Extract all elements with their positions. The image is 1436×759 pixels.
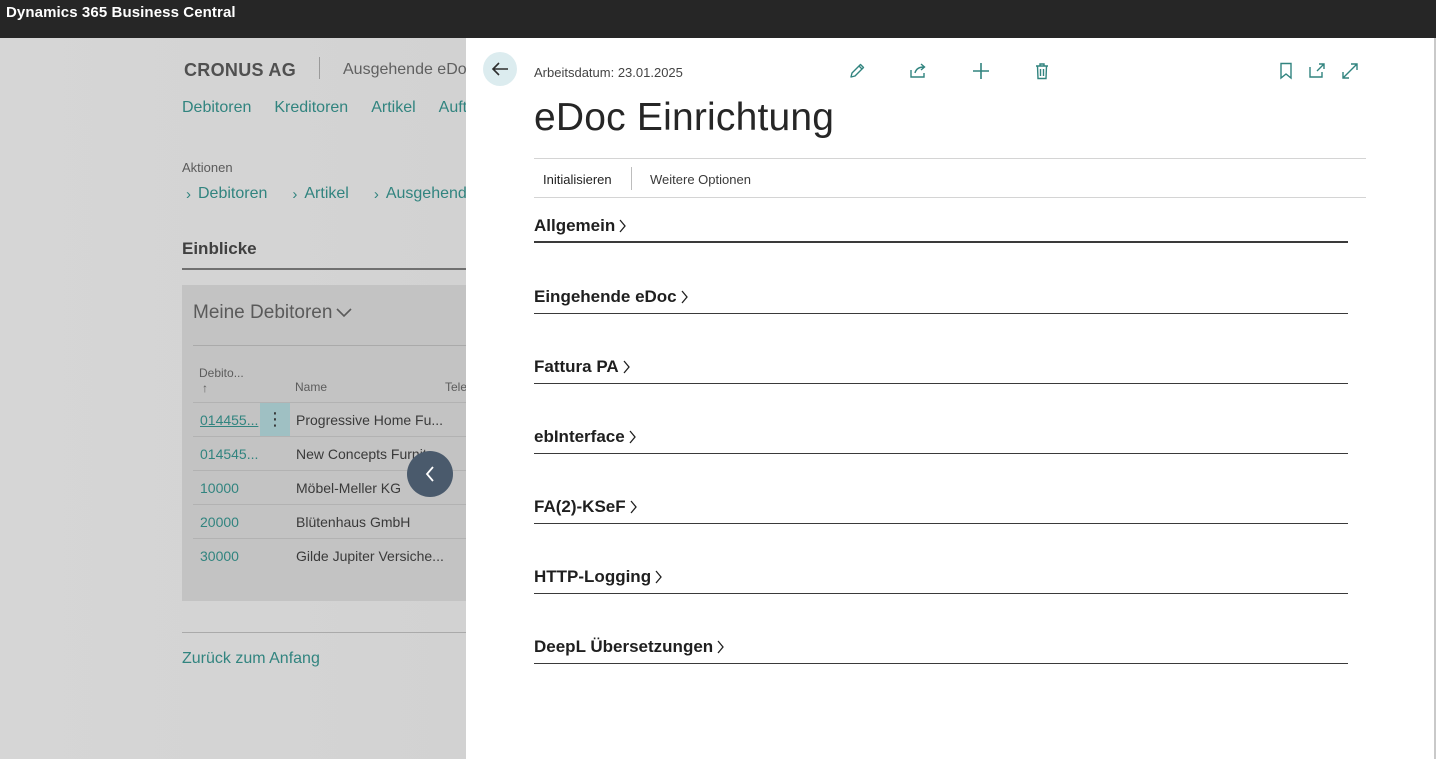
card-title[interactable]: Meine Debitoren: [193, 302, 352, 324]
actions-list: ›Debitoren ›Artikel ›Ausgehende: [186, 185, 466, 203]
table-row[interactable]: 20000 Blütenhaus GmbH: [193, 504, 466, 538]
chevron-left-icon: [425, 466, 434, 482]
customer-name: Progressive Home Fu...: [296, 412, 444, 428]
customer-number[interactable]: 20000: [200, 514, 239, 530]
company-separator: [319, 57, 320, 79]
customer-number[interactable]: 30000: [200, 548, 239, 564]
chevron-down-icon: [336, 305, 352, 321]
action-bar: Initialisieren Weitere Optionen: [534, 158, 1366, 198]
edit-icon[interactable]: [846, 60, 868, 82]
column-header-phone[interactable]: Tele: [445, 380, 467, 394]
chevron-right-icon: ›: [292, 185, 298, 203]
card-divider: [193, 345, 466, 346]
row-menu-icon[interactable]: ⋮: [260, 403, 290, 437]
add-icon[interactable]: [970, 60, 992, 82]
nav-debitoren[interactable]: Debitoren: [182, 99, 251, 117]
fasttab-allgemein[interactable]: Allgemein: [534, 213, 1348, 243]
collapse-panel-button[interactable]: [407, 451, 453, 497]
customer-name: Blütenhaus GmbH: [296, 514, 411, 530]
customer-number[interactable]: 10000: [200, 480, 239, 496]
open-new-window-icon[interactable]: [1306, 60, 1328, 82]
arrow-left-icon: [491, 62, 508, 76]
initialize-action[interactable]: Initialisieren: [543, 172, 612, 187]
column-header-name[interactable]: Name: [295, 380, 327, 394]
fasttab-fattura-pa[interactable]: Fattura PA: [534, 354, 1348, 384]
nav-auftraege[interactable]: Aufträge: [439, 99, 466, 117]
delete-icon[interactable]: [1031, 60, 1053, 82]
fasttab-http-logging[interactable]: HTTP-Logging: [534, 564, 1348, 594]
more-options-action[interactable]: Weitere Optionen: [650, 172, 751, 187]
table-row[interactable]: 30000 Gilde Jupiter Versiche...: [193, 538, 466, 572]
page-title: eDoc Einrichtung: [534, 96, 835, 139]
back-to-top-link[interactable]: Zurück zum Anfang: [182, 650, 320, 668]
chevron-right-icon: [654, 570, 663, 584]
sort-ascending-icon: ↑: [202, 381, 208, 395]
back-button[interactable]: [483, 52, 517, 86]
app-title[interactable]: Dynamics 365 Business Central: [6, 4, 236, 21]
chevron-right-icon: [680, 290, 689, 304]
work-date[interactable]: Arbeitsdatum: 23.01.2025: [534, 65, 683, 80]
company-name[interactable]: CRONUS AG: [184, 60, 296, 81]
action-debitoren[interactable]: › Debitoren: [186, 185, 267, 203]
insights-divider: [182, 268, 466, 270]
chevron-right-icon: ›: [186, 185, 191, 203]
customer-number[interactable]: 014455...: [200, 412, 258, 428]
fasttab-ebinterface[interactable]: ebInterface: [534, 424, 1348, 454]
role-nav: Debitoren Kreditoren Artikel Aufträge: [182, 99, 466, 117]
fasttab-deepl-uebersetzungen[interactable]: DeepL Übersetzungen: [534, 634, 1348, 664]
company-subtitle[interactable]: Ausgehende eDoc: [343, 61, 466, 79]
chevron-right-icon: [618, 219, 627, 233]
action-artikel[interactable]: › Artikel: [292, 185, 348, 203]
actions-label: Aktionen: [182, 160, 233, 175]
customer-name: Möbel-Meller KG: [296, 480, 402, 496]
chevron-right-icon: ›: [373, 185, 379, 203]
section-divider: [182, 632, 466, 633]
chevron-right-icon: [628, 430, 637, 444]
edoc-setup-panel: Arbeitsdatum: 23.01.2025 eDoc Einrichtun…: [466, 38, 1434, 759]
app-bar: Dynamics 365 Business Central: [0, 0, 1436, 38]
chevron-right-icon: [716, 640, 725, 654]
action-ausgehende[interactable]: ›Ausgehende: [374, 185, 466, 203]
expand-icon[interactable]: [1339, 60, 1361, 82]
column-header-number[interactable]: Debito...: [199, 366, 244, 380]
nav-kreditoren[interactable]: Kreditoren: [274, 99, 348, 117]
customer-name: Gilde Jupiter Versiche...: [296, 548, 444, 564]
customer-number[interactable]: 014545...: [200, 446, 258, 462]
nav-artikel[interactable]: Artikel: [371, 99, 415, 117]
table-row[interactable]: 014455... ⋮ Progressive Home Fu...: [193, 402, 466, 437]
share-icon[interactable]: [907, 60, 929, 82]
chevron-right-icon: [629, 500, 638, 514]
insights-heading: Einblicke: [182, 239, 257, 258]
bookmark-icon[interactable]: [1275, 60, 1297, 82]
fasttab-fa2-ksef[interactable]: FA(2)-KSeF: [534, 494, 1348, 524]
action-separator: [631, 167, 632, 190]
my-customers-card: Meine Debitoren Debito... ↑ Name Tele 01…: [182, 285, 467, 601]
fasttab-eingehende-edoc[interactable]: Eingehende eDoc: [534, 284, 1348, 314]
chevron-right-icon: [622, 360, 631, 374]
